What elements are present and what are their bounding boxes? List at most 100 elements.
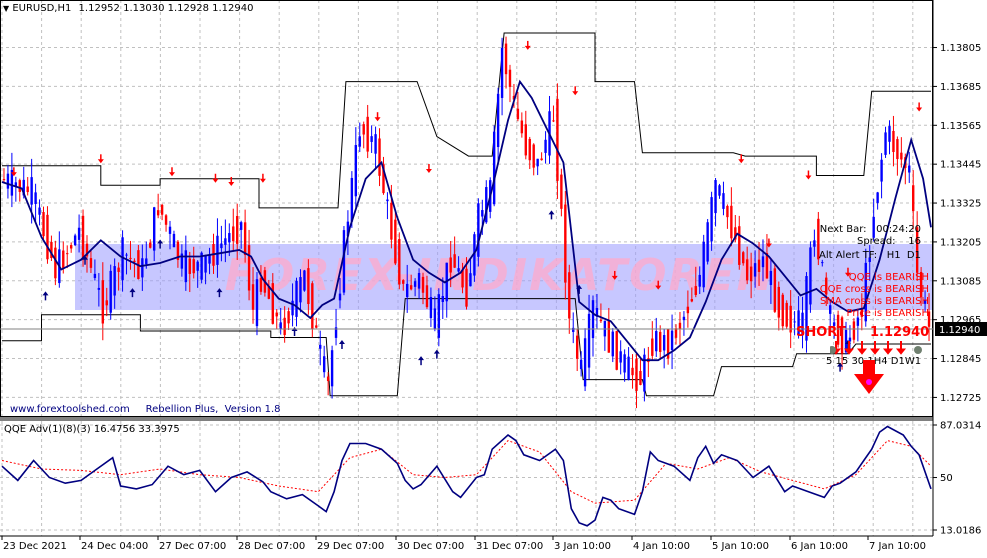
candle-body bbox=[437, 294, 441, 338]
candle-body bbox=[761, 256, 765, 268]
candle-body bbox=[303, 270, 306, 291]
candle-body bbox=[524, 124, 527, 156]
candle-body bbox=[599, 319, 603, 322]
candle-body bbox=[192, 259, 195, 274]
tf-arrow-icon bbox=[856, 341, 868, 355]
candle-body bbox=[678, 322, 682, 329]
candle-body bbox=[749, 266, 753, 282]
candle-body bbox=[220, 243, 223, 249]
candle-body bbox=[93, 273, 97, 278]
candle-body bbox=[698, 274, 701, 287]
candle-body bbox=[710, 197, 713, 242]
candle-body bbox=[785, 302, 788, 327]
candle-body bbox=[504, 43, 508, 75]
candle-body bbox=[46, 214, 49, 260]
candle-body bbox=[117, 267, 120, 272]
candle-body bbox=[73, 235, 77, 246]
candle-body bbox=[465, 268, 468, 307]
time-tick-label: 6 Jan 10:00 bbox=[791, 541, 848, 552]
tf-arrow-icon bbox=[882, 341, 894, 355]
time-tick-label: 24 Dec 04:00 bbox=[81, 541, 148, 552]
candle-body bbox=[821, 262, 824, 264]
candle-body bbox=[449, 257, 452, 273]
candle-body bbox=[54, 247, 57, 279]
candle-body bbox=[532, 144, 535, 168]
candle-body bbox=[196, 261, 199, 271]
short-signal-label: SHORT bbox=[796, 325, 846, 340]
candle-body bbox=[283, 317, 286, 336]
candle-body bbox=[81, 215, 85, 259]
candle-body bbox=[587, 313, 591, 368]
signal-line-3: Price is BEARISH bbox=[846, 308, 929, 319]
candle-body bbox=[279, 322, 282, 329]
qqe-title: QQE Adv(1)(8)(3) 16.4756 33.3975 bbox=[4, 424, 180, 435]
candle-body bbox=[394, 219, 397, 264]
candle-body bbox=[556, 98, 559, 181]
candle-body bbox=[322, 356, 326, 373]
candle-body bbox=[105, 300, 108, 306]
candle-body bbox=[338, 293, 342, 301]
candle-body bbox=[243, 222, 247, 256]
candle-body bbox=[789, 305, 792, 333]
candle-body bbox=[358, 136, 361, 147]
candle-body bbox=[251, 284, 255, 310]
price-tick-label: 1.13805 bbox=[940, 43, 981, 54]
candle-body bbox=[781, 294, 784, 327]
time-tick-label: 7 Jan 10:00 bbox=[869, 541, 926, 552]
candle-body bbox=[694, 286, 697, 295]
price-tick-label: 1.13565 bbox=[940, 121, 981, 132]
chart-window: FOREX-INDIKATOREN QQE Adv(1)(8)(3) 16.47… bbox=[0, 0, 987, 555]
candle-body bbox=[413, 281, 417, 287]
candle-body bbox=[319, 344, 322, 349]
candle-body bbox=[496, 93, 500, 148]
candle-body bbox=[145, 258, 148, 265]
candle-body bbox=[813, 240, 816, 247]
candle-body bbox=[42, 212, 45, 237]
candle-body bbox=[77, 227, 81, 240]
candle-body bbox=[184, 250, 188, 283]
candle-body bbox=[259, 277, 263, 292]
candle-body bbox=[702, 241, 705, 288]
candle-body bbox=[398, 239, 401, 285]
candle-body bbox=[216, 235, 219, 265]
short-price-label: 1.12940 bbox=[870, 325, 930, 340]
current-price-label: 1.12940 bbox=[939, 325, 980, 336]
candle-body bbox=[433, 308, 437, 330]
time-tick-label: 5 Jan 10:00 bbox=[712, 541, 769, 552]
candle-body bbox=[457, 268, 460, 272]
candle-body bbox=[753, 263, 757, 277]
candle-body bbox=[591, 300, 595, 339]
candle-body bbox=[615, 331, 618, 370]
candle-body bbox=[101, 280, 105, 324]
candle-body bbox=[141, 258, 144, 278]
candle-body bbox=[651, 338, 654, 356]
candle-body bbox=[757, 259, 761, 272]
price-tick-label: 1.13205 bbox=[940, 237, 981, 248]
candle-body bbox=[421, 276, 425, 293]
candle-body bbox=[30, 177, 33, 205]
candle-body bbox=[738, 226, 741, 265]
chart-canvas[interactable]: FOREX-INDIKATOREN QQE Adv(1)(8)(3) 16.47… bbox=[0, 0, 987, 555]
candle-body bbox=[239, 222, 243, 230]
price-tick-label: 1.13325 bbox=[940, 199, 981, 210]
candle-body bbox=[378, 138, 381, 176]
candle-body bbox=[619, 351, 622, 363]
candle-body bbox=[896, 139, 899, 160]
tf-dot-icon bbox=[914, 346, 922, 354]
candle-body bbox=[674, 328, 678, 338]
candle-body bbox=[311, 283, 314, 330]
alt-alert-label: Alt Alert TF: H1 D1 bbox=[819, 250, 921, 261]
candle-body bbox=[109, 270, 112, 313]
candle-body bbox=[113, 266, 116, 296]
candle-body bbox=[461, 270, 464, 288]
candle-body bbox=[686, 306, 690, 314]
candle-body bbox=[299, 277, 302, 303]
candle-body bbox=[655, 331, 658, 352]
candle-body bbox=[793, 321, 796, 323]
candle-body bbox=[500, 47, 504, 98]
candle-body bbox=[706, 222, 709, 262]
candle-body bbox=[160, 204, 164, 215]
candle-body bbox=[777, 286, 781, 318]
chart-header: ▼ EURUSD,H1 1.12952 1.13030 1.12928 1.12… bbox=[3, 3, 254, 14]
symbol-label: EURUSD,H1 bbox=[12, 3, 72, 14]
